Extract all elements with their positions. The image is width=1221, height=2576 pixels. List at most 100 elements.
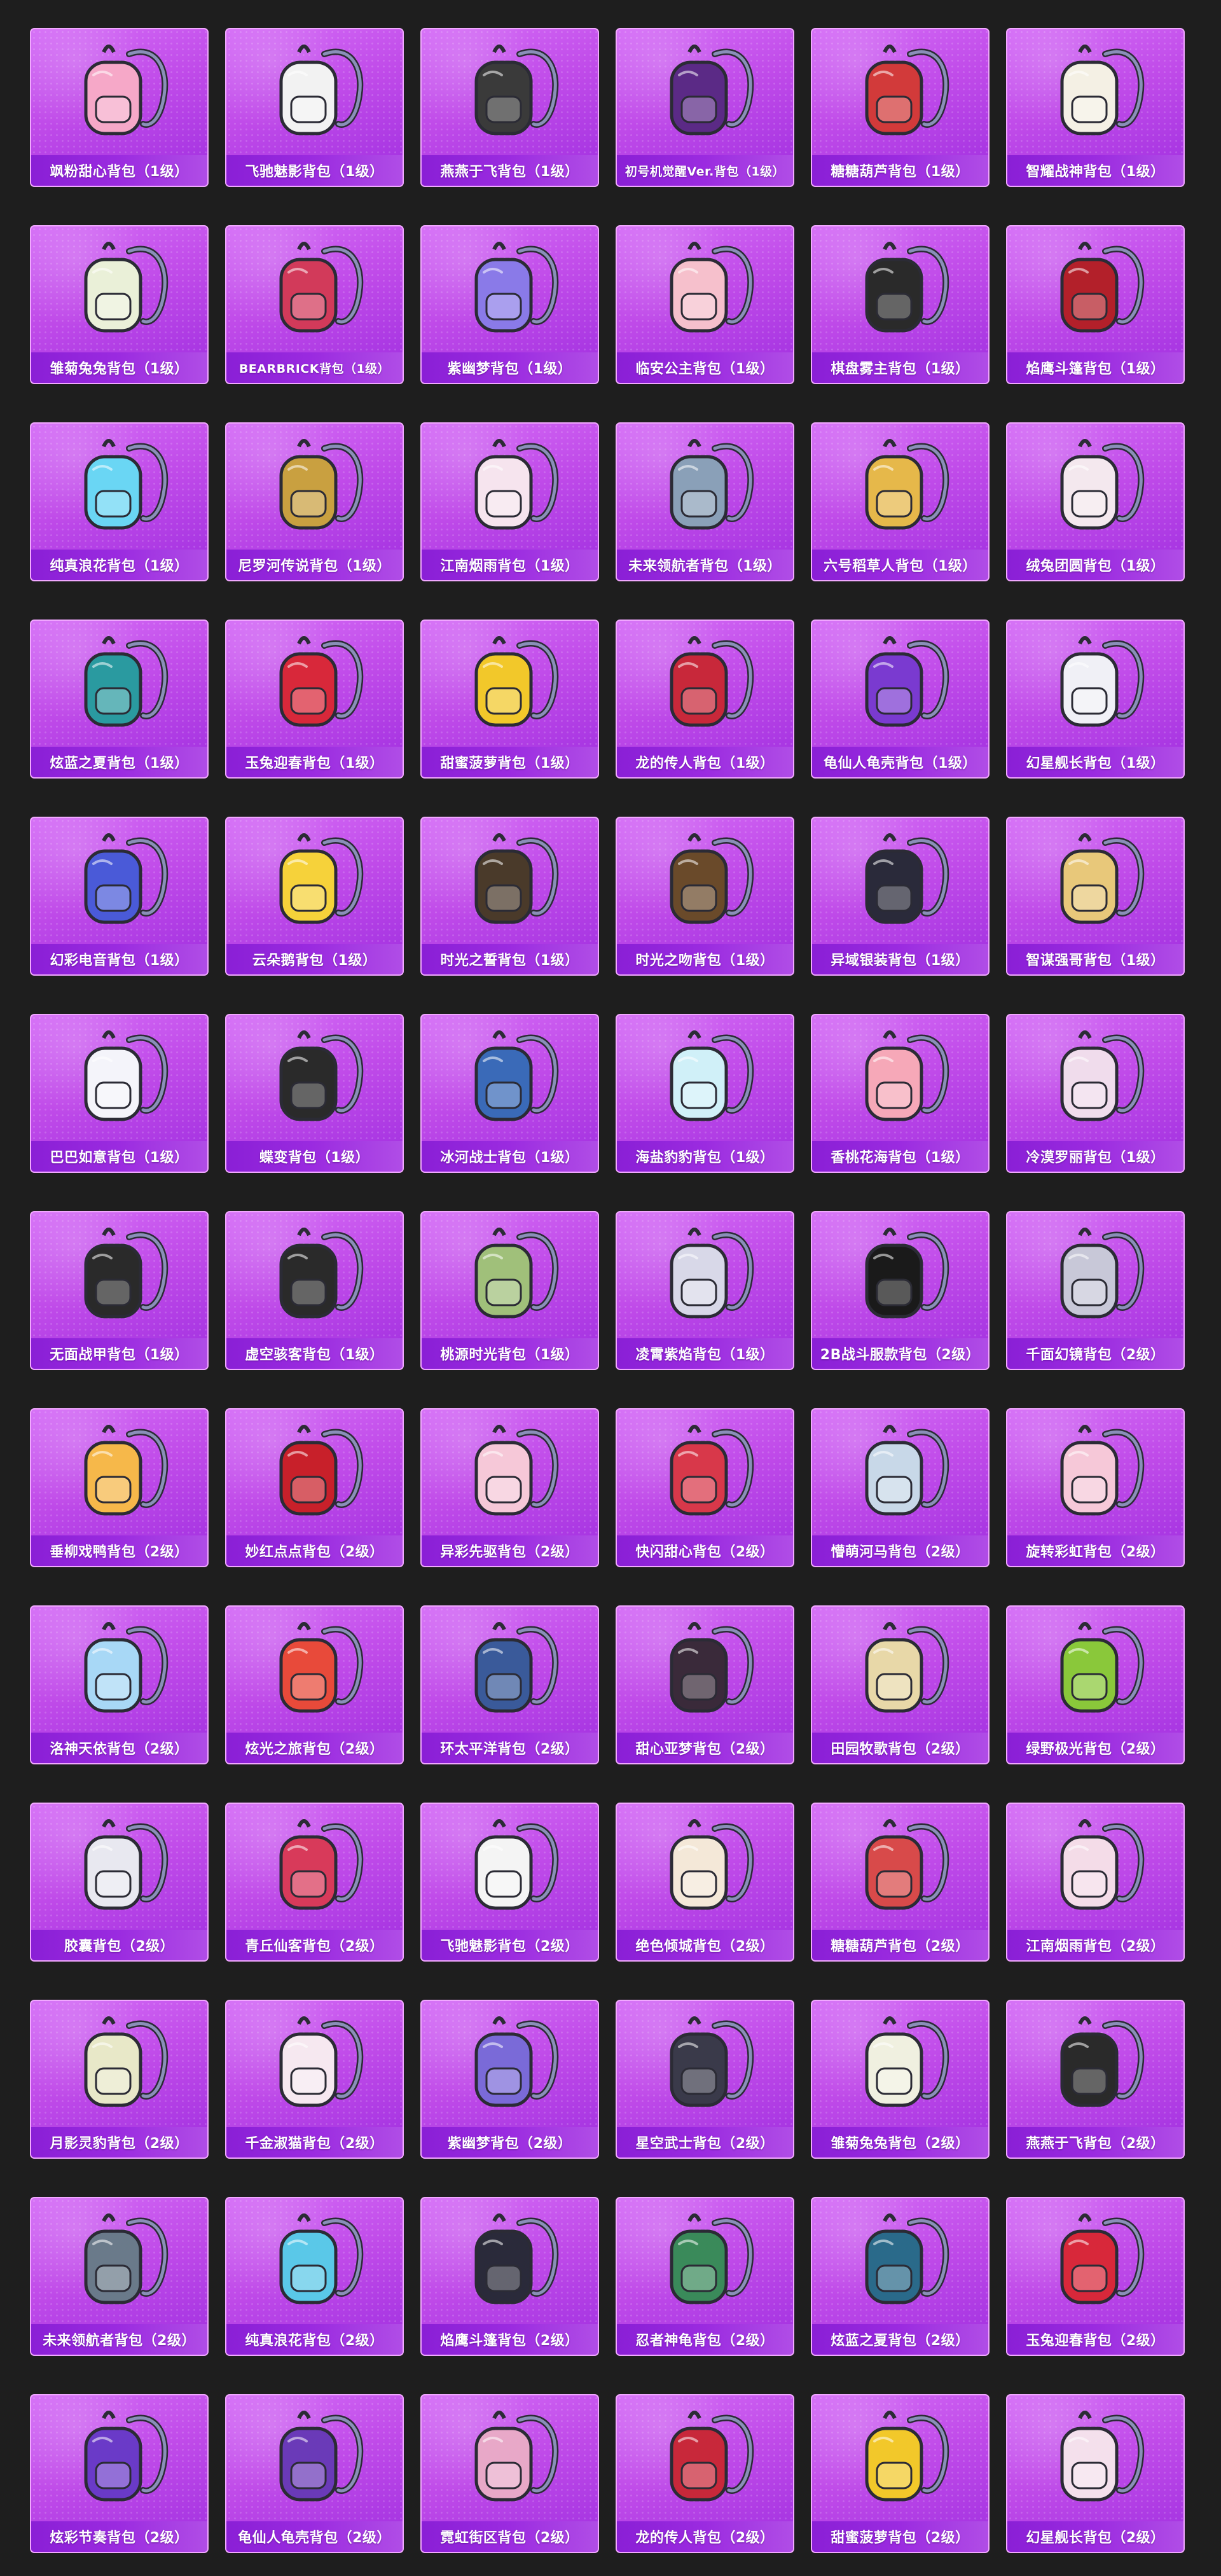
backpack-card[interactable]: 智耀战神背包（1级） (1006, 28, 1185, 187)
backpack-card[interactable]: 飞驰魅影背包（1级） (225, 28, 404, 187)
backpack-icon (840, 38, 961, 146)
backpack-icon (59, 1813, 180, 1921)
backpack-card[interactable]: 飒粉甜心背包（1级） (30, 28, 209, 187)
backpack-card[interactable]: 凌霄紫焰背包（1级） (616, 1211, 794, 1370)
backpack-card[interactable]: 时光之誓背包（1级） (420, 817, 599, 976)
backpack-card[interactable]: 异域银装背包（1级） (811, 817, 990, 976)
backpack-card[interactable]: 旋转彩虹背包（2级） (1006, 1408, 1185, 1567)
backpack-name: 纯真浪花背包（1级） (50, 558, 189, 574)
backpack-card[interactable]: 垂柳戏鸭背包（2级） (30, 1408, 209, 1567)
backpack-card[interactable]: 蝶变背包（1级） (225, 1014, 404, 1173)
backpack-card[interactable]: 无面战甲背包（1级） (30, 1211, 209, 1370)
backpack-card[interactable]: 巴巴如意背包（1级） (30, 1014, 209, 1173)
backpack-card[interactable]: 快闪甜心背包（2级） (616, 1408, 794, 1567)
backpack-icon (1035, 827, 1156, 935)
backpack-name: 焰鹰斗篷背包（1级） (1026, 361, 1165, 377)
backpack-card[interactable]: 忍者神龟背包（2级） (616, 2197, 794, 2356)
backpack-card[interactable]: 洛神天依背包（2级） (30, 1605, 209, 1764)
backpack-card[interactable]: 胶囊背包（2级） (30, 1803, 209, 1962)
backpack-card[interactable]: 尼罗河传说背包（1级） (225, 422, 404, 581)
backpack-card[interactable]: 绒兔团圆背包（1级） (1006, 422, 1185, 581)
backpack-card[interactable]: 雏菊兔兔背包（2级） (811, 2000, 990, 2159)
backpack-card[interactable]: 初号机觉醒Ver.背包（1级） (616, 28, 794, 187)
backpack-card[interactable]: 智谋强哥背包（1级） (1006, 817, 1185, 976)
backpack-name: 虚空骇客背包（1级） (245, 1347, 384, 1363)
backpack-icon (254, 2207, 375, 2315)
backpack-card[interactable]: 星空武士背包（2级） (616, 2000, 794, 2159)
backpack-card[interactable]: 燕燕于飞背包（1级） (420, 28, 599, 187)
backpack-card[interactable]: 甜心亚梦背包（2级） (616, 1605, 794, 1764)
backpack-card[interactable]: 霓虹街区背包（2级） (420, 2394, 599, 2553)
backpack-card[interactable]: 幻星舰长背包（1级） (1006, 620, 1185, 779)
backpack-card[interactable]: 龟仙人龟壳背包（2级） (225, 2394, 404, 2553)
backpack-card[interactable]: 江南烟雨背包（1级） (420, 422, 599, 581)
backpack-card[interactable]: 环太平洋背包（2级） (420, 1605, 599, 1764)
backpack-card[interactable]: 千面幻镜背包（2级） (1006, 1211, 1185, 1370)
backpack-label-bar: 星空武士背包（2级） (617, 2127, 793, 2157)
backpack-card[interactable]: 时光之吻背包（1级） (616, 817, 794, 976)
backpack-card[interactable]: 未来领航者背包（1级） (616, 422, 794, 581)
backpack-card[interactable]: 六号稻草人背包（1级） (811, 422, 990, 581)
backpack-card[interactable]: 玉兔迎春背包（2级） (1006, 2197, 1185, 2356)
backpack-card[interactable]: 幻彩电音背包（1级） (30, 817, 209, 976)
backpack-card[interactable]: 焰鹰斗篷背包（2级） (420, 2197, 599, 2356)
backpack-card[interactable]: 妙红点点背包（2级） (225, 1408, 404, 1567)
backpack-icon (645, 2404, 766, 2512)
backpack-card[interactable]: 绿野极光背包（2级） (1006, 1605, 1185, 1764)
backpack-icon (840, 235, 961, 343)
backpack-card[interactable]: 炫光之旅背包（2级） (225, 1605, 404, 1764)
backpack-card[interactable]: 玉兔迎春背包（1级） (225, 620, 404, 779)
backpack-card[interactable]: 龙的传人背包（2级） (616, 2394, 794, 2553)
backpack-card[interactable]: 青丘仙客背包（2级） (225, 1803, 404, 1962)
backpack-card[interactable]: 甜蜜菠萝背包（2级） (811, 2394, 990, 2553)
backpack-card[interactable]: 千金淑猫背包（2级） (225, 2000, 404, 2159)
backpack-card[interactable]: BEARBRICK背包（1级） (225, 225, 404, 384)
backpack-label-bar: 龟仙人龟壳背包（2级） (226, 2521, 403, 2552)
backpack-card[interactable]: 冰河战士背包（1级） (420, 1014, 599, 1173)
backpack-label-bar: 无面战甲背包（1级） (31, 1338, 207, 1369)
backpack-card[interactable]: 虚空骇客背包（1级） (225, 1211, 404, 1370)
backpack-card[interactable]: 纯真浪花背包（1级） (30, 422, 209, 581)
backpack-card[interactable]: 绝色倾城背包（2级） (616, 1803, 794, 1962)
backpack-card[interactable]: 纯真浪花背包（2级） (225, 2197, 404, 2356)
backpack-icon (645, 1024, 766, 1132)
backpack-label-bar: 炫蓝之夏背包（1级） (31, 747, 207, 777)
backpack-card[interactable]: 龙的传人背包（1级） (616, 620, 794, 779)
backpack-label-bar: 纯真浪花背包（1级） (31, 550, 207, 580)
backpack-card[interactable]: 2B战斗服款背包（2级） (811, 1211, 990, 1370)
backpack-icon (450, 2010, 570, 2118)
backpack-card[interactable]: 焰鹰斗篷背包（1级） (1006, 225, 1185, 384)
backpack-label-bar: 飞驰魅影背包（2级） (422, 1930, 598, 1960)
backpack-card[interactable]: 云朵鹅背包（1级） (225, 817, 404, 976)
backpack-card[interactable]: 糖糖葫芦背包（1级） (811, 28, 990, 187)
backpack-card[interactable]: 月影灵豹背包（2级） (30, 2000, 209, 2159)
backpack-card[interactable]: 海盐豹豹背包（1级） (616, 1014, 794, 1173)
backpack-card[interactable]: 冷漠罗丽背包（1级） (1006, 1014, 1185, 1173)
backpack-card[interactable]: 幻星舰长背包（2级） (1006, 2394, 1185, 2553)
backpack-card[interactable]: 炫彩节奏背包（2级） (30, 2394, 209, 2553)
backpack-card[interactable]: 香桃花海背包（1级） (811, 1014, 990, 1173)
backpack-card[interactable]: 桃源时光背包（1级） (420, 1211, 599, 1370)
backpack-card[interactable]: 紫幽梦背包（2级） (420, 2000, 599, 2159)
backpack-card[interactable]: 飞驰魅影背包（2级） (420, 1803, 599, 1962)
backpack-card[interactable]: 江南烟雨背包（2级） (1006, 1803, 1185, 1962)
backpack-card[interactable]: 燕燕于飞背包（2级） (1006, 2000, 1185, 2159)
backpack-card[interactable]: 懵萌河马背包（2级） (811, 1408, 990, 1567)
backpack-name: 临安公主背包（1级） (635, 361, 775, 377)
backpack-card[interactable]: 未来领航者背包（2级） (30, 2197, 209, 2356)
backpack-card[interactable]: 雏菊兔兔背包（1级） (30, 225, 209, 384)
backpack-card[interactable]: 炫蓝之夏背包（2级） (811, 2197, 990, 2356)
backpack-icon (450, 1024, 570, 1132)
backpack-card[interactable]: 田园牧歌背包（2级） (811, 1605, 990, 1764)
backpack-card[interactable]: 甜蜜菠萝背包（1级） (420, 620, 599, 779)
backpack-name: 飒粉甜心背包（1级） (50, 164, 189, 180)
backpack-card[interactable]: 炫蓝之夏背包（1级） (30, 620, 209, 779)
backpack-card[interactable]: 棋盘雾主背包（1级） (811, 225, 990, 384)
backpack-icon (1035, 2404, 1156, 2512)
backpack-card[interactable]: 紫幽梦背包（1级） (420, 225, 599, 384)
backpack-icon (254, 235, 375, 343)
backpack-card[interactable]: 龟仙人龟壳背包（1级） (811, 620, 990, 779)
backpack-card[interactable]: 临安公主背包（1级） (616, 225, 794, 384)
backpack-card[interactable]: 异彩先驱背包（2级） (420, 1408, 599, 1567)
backpack-card[interactable]: 糖糖葫芦背包（2级） (811, 1803, 990, 1962)
